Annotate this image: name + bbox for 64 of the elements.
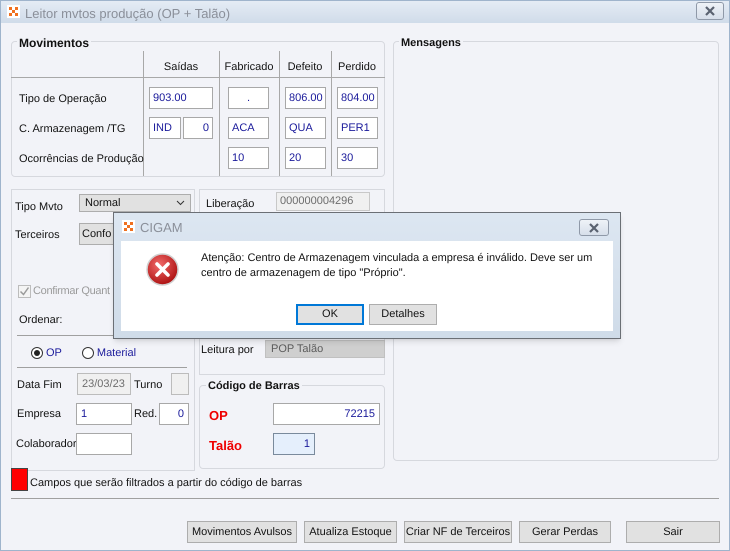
turno-field[interactable] (171, 373, 189, 395)
colaborador-field[interactable] (76, 433, 132, 455)
column-header: Fabricado (224, 60, 274, 75)
group-title: Mensagens (399, 35, 463, 52)
legend-swatch (11, 468, 28, 491)
input-field[interactable]: 0 (183, 117, 213, 139)
window-title: Leitor mvtos produção (OP + Talão) (25, 5, 230, 23)
row-label: C. Armazenagem /TG (19, 122, 126, 137)
liberacao-field[interactable]: 000000004296 (276, 192, 370, 211)
field-label: Colaborador (16, 437, 77, 452)
close-icon (588, 222, 600, 232)
field-label: Leitura por (201, 343, 254, 358)
empresa-field[interactable]: 1 (76, 403, 132, 425)
field-label: Liberação (206, 197, 254, 212)
input-field[interactable]: PER1 (337, 117, 378, 139)
input-field[interactable]: 804.00 (337, 87, 378, 109)
input-field[interactable]: 903.00 (149, 87, 213, 109)
radio-button[interactable]: Material (82, 345, 136, 362)
action-button[interactable]: Gerar Perdas (519, 521, 611, 543)
action-button[interactable]: Atualiza Estoque (304, 521, 397, 543)
legend-text: Campos que serão filtrados a partir do código de barras (30, 476, 302, 491)
action-button[interactable]: Sair (626, 521, 720, 543)
column-header: Defeito (286, 60, 324, 75)
input-field[interactable]: 1 (273, 433, 315, 455)
input-field[interactable]: . (228, 87, 269, 109)
error-icon (146, 253, 179, 286)
input-field[interactable]: 72215 (273, 403, 380, 425)
input-field[interactable]: ACA (228, 117, 269, 139)
action-button[interactable]: Criar NF de Terceiros (404, 521, 512, 543)
input-field[interactable]: 806.00 (285, 87, 326, 109)
row-label: Ocorrências de Produção (19, 152, 144, 167)
input-field[interactable]: 10 (228, 147, 269, 169)
field-label: OP (209, 407, 228, 425)
column-header: Perdido (337, 60, 377, 75)
field-label: Red. (134, 407, 158, 422)
field-label: Terceiros (15, 228, 60, 243)
logo-icon (122, 220, 135, 233)
close-button[interactable] (696, 2, 724, 20)
input-field[interactable]: IND (149, 117, 181, 139)
number-field[interactable]: 0 (159, 403, 189, 425)
logo-icon (7, 5, 20, 18)
radio-button[interactable]: OP (31, 345, 62, 362)
field-label: Tipo Mvto (15, 200, 63, 215)
close-button[interactable] (579, 219, 609, 236)
dialog-message: Atenção: Centro de Armazenagem vinculada a empresa é inválido. Deve ser um centro de armazenagem de tipo "Próprio". (201, 251, 594, 281)
group-title: Código de Barras (206, 378, 302, 394)
dialog-title: CIGAM (140, 219, 183, 237)
field-label: Ordenar: (19, 313, 62, 328)
chevron-down-icon (176, 200, 185, 206)
input-field[interactable]: 20 (285, 147, 326, 169)
column-header: Saídas (162, 60, 200, 75)
dialog-button[interactable]: Detalhes (369, 304, 437, 325)
dialog-button[interactable]: OK (296, 304, 364, 325)
close-icon (704, 6, 716, 16)
field-label: Talão (209, 437, 242, 455)
tipo-mvto-dropdown[interactable]: Normal (79, 194, 191, 212)
input-field[interactable]: QUA (285, 117, 326, 139)
input-field[interactable]: 30 (337, 147, 378, 169)
row-label: Tipo de Operação (19, 92, 107, 107)
field-label: Turno (134, 378, 162, 393)
field-label: Data Fim (17, 378, 62, 393)
action-button[interactable]: Movimentos Avulsos (187, 521, 297, 543)
field-label: Empresa (17, 407, 62, 422)
leitura-dropdown[interactable]: POP Talão (265, 340, 385, 358)
